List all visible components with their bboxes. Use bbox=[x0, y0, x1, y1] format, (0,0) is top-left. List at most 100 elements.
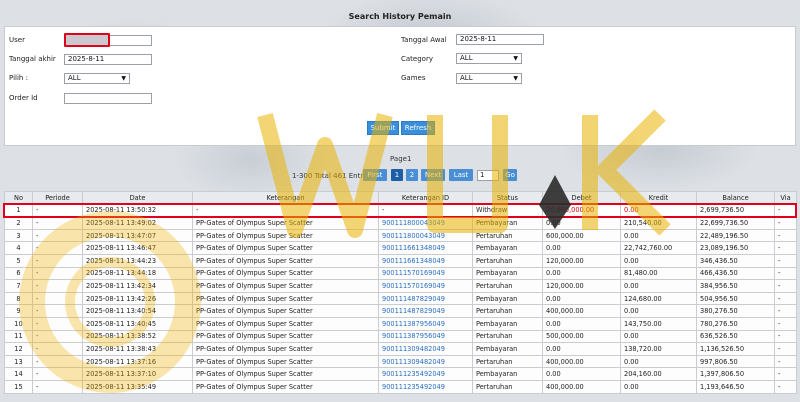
table-row[interactable]: 12-2025-08-11 13:38:43 PP-Gates of Olympu… bbox=[4, 342, 797, 356]
cell-keterangan-id[interactable]: 900111570169049 bbox=[378, 266, 473, 281]
page-2-button[interactable]: 2 bbox=[406, 169, 418, 181]
cell-via: - bbox=[774, 253, 797, 268]
cell-keterangan: PP-Gates of Olympus Super Scatter bbox=[192, 354, 379, 369]
page-1-button[interactable]: 1 bbox=[391, 169, 403, 181]
table-row[interactable]: 6-2025-08-11 13:44:18 PP-Gates of Olympus… bbox=[4, 266, 797, 281]
table-row[interactable]: 3-2025-08-11 13:47:07 PP-Gates of Olympus… bbox=[4, 228, 797, 243]
cell-keterangan-id[interactable]: 900111661348049 bbox=[378, 241, 473, 255]
category-label: Category bbox=[401, 55, 433, 63]
cell-no: 12 bbox=[4, 342, 33, 356]
table-row[interactable]: 1-2025-08-11 13:50:32- - Withdraw 20,000,00… bbox=[4, 203, 797, 218]
cell-via: - bbox=[774, 216, 797, 230]
table-row[interactable]: 9-2025-08-11 13:40:54 PP-Gates of Olympus… bbox=[4, 304, 797, 318]
cell-keterangan: PP-Gates of Olympus Super Scatter bbox=[192, 329, 379, 344]
cell-date: 2025-08-11 13:40:45 bbox=[82, 316, 193, 331]
cell-keterangan-id[interactable]: 900111661348049 bbox=[378, 253, 473, 268]
cell-date: 2025-08-11 13:44:23 bbox=[82, 253, 193, 268]
cell-kredit: 138,720.00 bbox=[620, 342, 697, 356]
pilih-label: Pilih : bbox=[9, 74, 28, 82]
cell-kredit: 0.00 bbox=[620, 304, 697, 318]
cell-via: - bbox=[774, 291, 797, 306]
col-header-date[interactable]: Date bbox=[82, 191, 193, 205]
page-label: Page1 bbox=[390, 155, 412, 163]
page-number-input[interactable]: 1 bbox=[477, 170, 499, 181]
cell-debet: 0.00 bbox=[542, 367, 621, 381]
tanggal-awal-input[interactable]: 2025-8-11 bbox=[456, 34, 544, 45]
cell-keterangan: PP-Gates of Olympus Super Scatter bbox=[192, 228, 379, 243]
cell-keterangan-id[interactable]: 900111309482049 bbox=[378, 354, 473, 369]
table-row[interactable]: 4-2025-08-11 13:46:47 PP-Gates of Olympus… bbox=[4, 241, 797, 255]
cell-date: 2025-08-11 13:47:07 bbox=[82, 228, 193, 243]
cell-status: Withdraw bbox=[472, 203, 543, 218]
order-id-label: Order Id bbox=[9, 94, 38, 102]
col-header-keterangan[interactable]: Keterangan bbox=[192, 191, 379, 205]
cell-status: Pertaruhan bbox=[472, 228, 543, 243]
table-row[interactable]: 5-2025-08-11 13:44:23 PP-Gates of Olympus… bbox=[4, 253, 797, 268]
cell-keterangan-id[interactable]: 900111309482049 bbox=[378, 342, 473, 356]
cell-keterangan-id[interactable]: 900111800043049 bbox=[378, 216, 473, 230]
order-id-input[interactable] bbox=[64, 93, 152, 104]
cell-keterangan: PP-Gates of Olympus Super Scatter bbox=[192, 304, 379, 318]
submit-button[interactable]: Submit bbox=[367, 121, 399, 135]
cell-keterangan-id[interactable]: 900111387956049 bbox=[378, 329, 473, 344]
table-row[interactable]: 14-2025-08-11 13:37:10 PP-Gates of Olympu… bbox=[4, 367, 797, 381]
cell-keterangan: PP-Gates of Olympus Super Scatter bbox=[192, 241, 379, 255]
cell-keterangan-id[interactable]: 900111487829049 bbox=[378, 291, 473, 306]
cell-status: Pembayaran bbox=[472, 216, 543, 230]
col-header-kredit[interactable]: Kredit bbox=[620, 191, 697, 205]
table-row[interactable]: 11-2025-08-11 13:38:52 PP-Gates of Olympu… bbox=[4, 329, 797, 344]
cell-periode: - bbox=[32, 367, 83, 381]
col-header-status[interactable]: Status bbox=[472, 191, 543, 205]
next-page-button[interactable]: Next bbox=[421, 169, 445, 181]
cell-keterangan-id[interactable]: 900111235492049 bbox=[378, 379, 473, 394]
table-row[interactable]: 13-2025-08-11 13:37:16 PP-Gates of Olympu… bbox=[4, 354, 797, 369]
cell-debet: 0.00 bbox=[542, 316, 621, 331]
last-page-button[interactable]: Last bbox=[449, 169, 473, 181]
games-select[interactable]: ALL ▼ bbox=[456, 73, 522, 84]
cell-periode: - bbox=[32, 253, 83, 268]
cell-status: Pembayaran bbox=[472, 241, 543, 255]
cell-via: - bbox=[774, 354, 797, 369]
cell-date: 2025-08-11 13:49:02 bbox=[82, 216, 193, 230]
go-button[interactable]: Go bbox=[503, 169, 517, 181]
tanggal-akhir-input[interactable]: 2025-8-11 bbox=[64, 54, 152, 65]
cell-balance: 997,806.50 bbox=[696, 354, 775, 369]
cell-keterangan-id[interactable]: 900111570169049 bbox=[378, 279, 473, 293]
cell-date: 2025-08-11 13:37:16 bbox=[82, 354, 193, 369]
table-row[interactable]: 8-2025-08-11 13:42:26 PP-Gates of Olympus… bbox=[4, 291, 797, 306]
cell-periode: - bbox=[32, 266, 83, 281]
col-header-no[interactable]: No bbox=[4, 191, 33, 205]
chevron-down-icon: ▼ bbox=[513, 75, 518, 82]
col-header-balance[interactable]: Balance bbox=[696, 191, 775, 205]
cell-keterangan-id[interactable]: 900111487829049 bbox=[378, 304, 473, 318]
table-row[interactable]: 10-2025-08-11 13:40:45 PP-Gates of Olympu… bbox=[4, 316, 797, 331]
refresh-button[interactable]: Refresh bbox=[401, 121, 435, 135]
cell-balance: 1,136,526.50 bbox=[696, 342, 775, 356]
cell-no: 15 bbox=[4, 379, 33, 394]
cell-debet: 20,000,000.00 bbox=[542, 203, 621, 218]
cell-keterangan-id[interactable]: 900111800043049 bbox=[378, 228, 473, 243]
cell-date: 2025-08-11 13:37:10 bbox=[82, 367, 193, 381]
table-row[interactable]: 2-2025-08-11 13:49:02 PP-Gates of Olympus… bbox=[4, 216, 797, 230]
cell-keterangan-id[interactable]: 900111235492049 bbox=[378, 367, 473, 381]
cell-kredit: 124,680.00 bbox=[620, 291, 697, 306]
col-header-via[interactable]: Via bbox=[774, 191, 797, 205]
cell-no: 2 bbox=[4, 216, 33, 230]
cell-kredit: 0.00 bbox=[620, 253, 697, 268]
table-row[interactable]: 15-2025-08-11 13:35:49 PP-Gates of Olympu… bbox=[4, 379, 797, 394]
cell-keterangan-id[interactable]: 900111387956049 bbox=[378, 316, 473, 331]
page-title: Search History Pemain bbox=[348, 12, 452, 21]
cell-periode: - bbox=[32, 379, 83, 394]
first-page-button[interactable]: First bbox=[363, 169, 387, 181]
cell-date: 2025-08-11 13:42:34 bbox=[82, 279, 193, 293]
col-header-periode[interactable]: Periode bbox=[32, 191, 83, 205]
cell-kredit: 0.00 bbox=[620, 203, 697, 218]
pilih-select[interactable]: ALL ▼ bbox=[64, 73, 130, 84]
cell-no: 14 bbox=[4, 367, 33, 381]
col-header-keterangan-id[interactable]: Keterangan ID bbox=[378, 191, 473, 205]
col-header-debet[interactable]: Debet bbox=[542, 191, 621, 205]
table-row[interactable]: 7-2025-08-11 13:42:34 PP-Gates of Olympus… bbox=[4, 279, 797, 293]
cell-kredit: 0.00 bbox=[620, 329, 697, 344]
tanggal-akhir-label: Tanggal akhir bbox=[9, 55, 56, 63]
category-select[interactable]: ALL ▼ bbox=[456, 53, 522, 64]
